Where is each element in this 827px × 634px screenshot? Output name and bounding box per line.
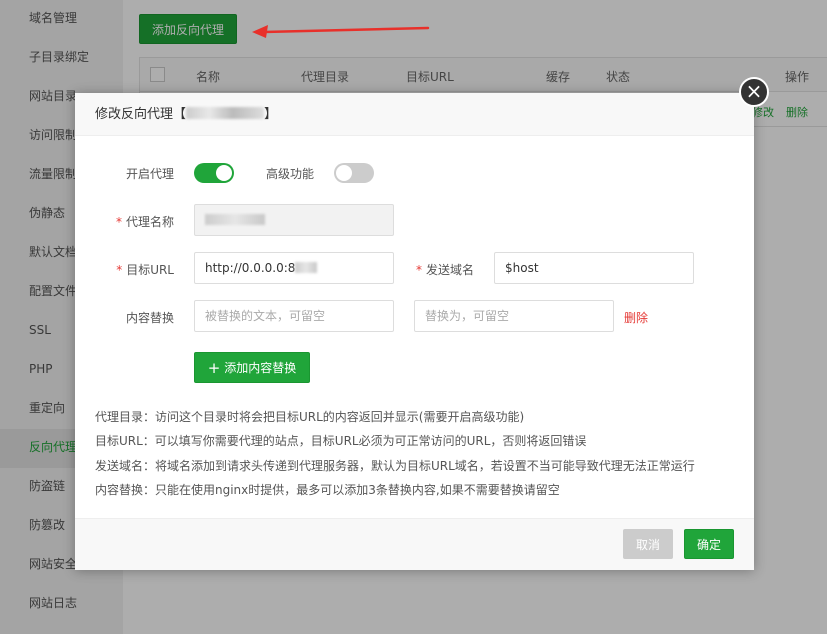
delete-replace-link[interactable]: 删除 bbox=[624, 309, 648, 326]
target-url-label: * 目标URL bbox=[95, 261, 174, 278]
modal-title-end: 】 bbox=[264, 107, 278, 122]
blurred-port bbox=[295, 262, 318, 273]
proxy-name-input[interactable] bbox=[194, 204, 394, 236]
target-url-input[interactable]: http://0.0.0.0:8 bbox=[194, 252, 394, 284]
toggle-knob bbox=[336, 165, 352, 181]
content-replace-label: 内容替换 bbox=[125, 311, 174, 325]
blurred-name-value bbox=[205, 214, 265, 225]
target-url-value: http://0.0.0.0:8 bbox=[205, 261, 296, 275]
red-arrow-annotation bbox=[252, 25, 430, 38]
help-content-replace: 内容替换：只能在使用nginx时提供，最多可以添加3条替换内容,如果不需要替换请… bbox=[95, 483, 560, 497]
advanced-toggle[interactable] bbox=[334, 163, 374, 183]
modal-footer: 取消 确定 bbox=[75, 518, 754, 570]
target-url-label-text: 目标URL bbox=[126, 263, 174, 277]
required-mark: * bbox=[415, 263, 422, 277]
replace-source-input[interactable] bbox=[194, 300, 394, 332]
enable-proxy-label: 开启代理 bbox=[125, 167, 174, 181]
send-host-label-text: 发送域名 bbox=[425, 263, 474, 277]
required-mark: * bbox=[115, 215, 122, 229]
send-host-label: * 发送域名 bbox=[405, 261, 474, 278]
add-content-replace-button[interactable]: + 添加内容替换 bbox=[194, 352, 310, 383]
close-icon[interactable]: × bbox=[739, 77, 769, 107]
proxy-name-label: * 代理名称 bbox=[95, 213, 174, 230]
cancel-button[interactable]: 取消 bbox=[623, 529, 673, 559]
help-proxy-dir: 代理目录：访问这个目录时将会把目标URL的内容返回并显示(需要开启高级功能) bbox=[95, 410, 525, 424]
blurred-proxy-name bbox=[186, 107, 265, 119]
help-send-host: 发送域名：将域名添加到请求头传递到代理服务器，默认为目标URL域名，若设置不当可… bbox=[95, 459, 695, 473]
send-host-input[interactable]: $host bbox=[494, 252, 694, 284]
proxy-name-label-text: 代理名称 bbox=[125, 215, 174, 229]
modal-title: 修改反向代理【 】 bbox=[75, 93, 754, 136]
modal-title-text: 修改反向代理【 bbox=[95, 107, 187, 122]
enable-proxy-toggle[interactable] bbox=[194, 163, 234, 183]
add-content-replace-label: 添加内容替换 bbox=[224, 360, 297, 375]
toggle-knob bbox=[216, 165, 232, 181]
edit-proxy-modal: 修改反向代理【】 开启代理 高级功能 * 代理名称 * 目标URL http://0… bbox=[75, 93, 754, 570]
replace-target-input[interactable] bbox=[414, 300, 614, 332]
confirm-button[interactable]: 确定 bbox=[684, 529, 734, 559]
advanced-label: 高级功能 bbox=[265, 167, 314, 181]
help-target-url: 目标URL：可以填写你需要代理的站点，目标URL必须为可正常访问的URL，否则将… bbox=[95, 434, 587, 448]
required-mark: * bbox=[116, 263, 123, 277]
plus-icon: + bbox=[207, 358, 221, 377]
